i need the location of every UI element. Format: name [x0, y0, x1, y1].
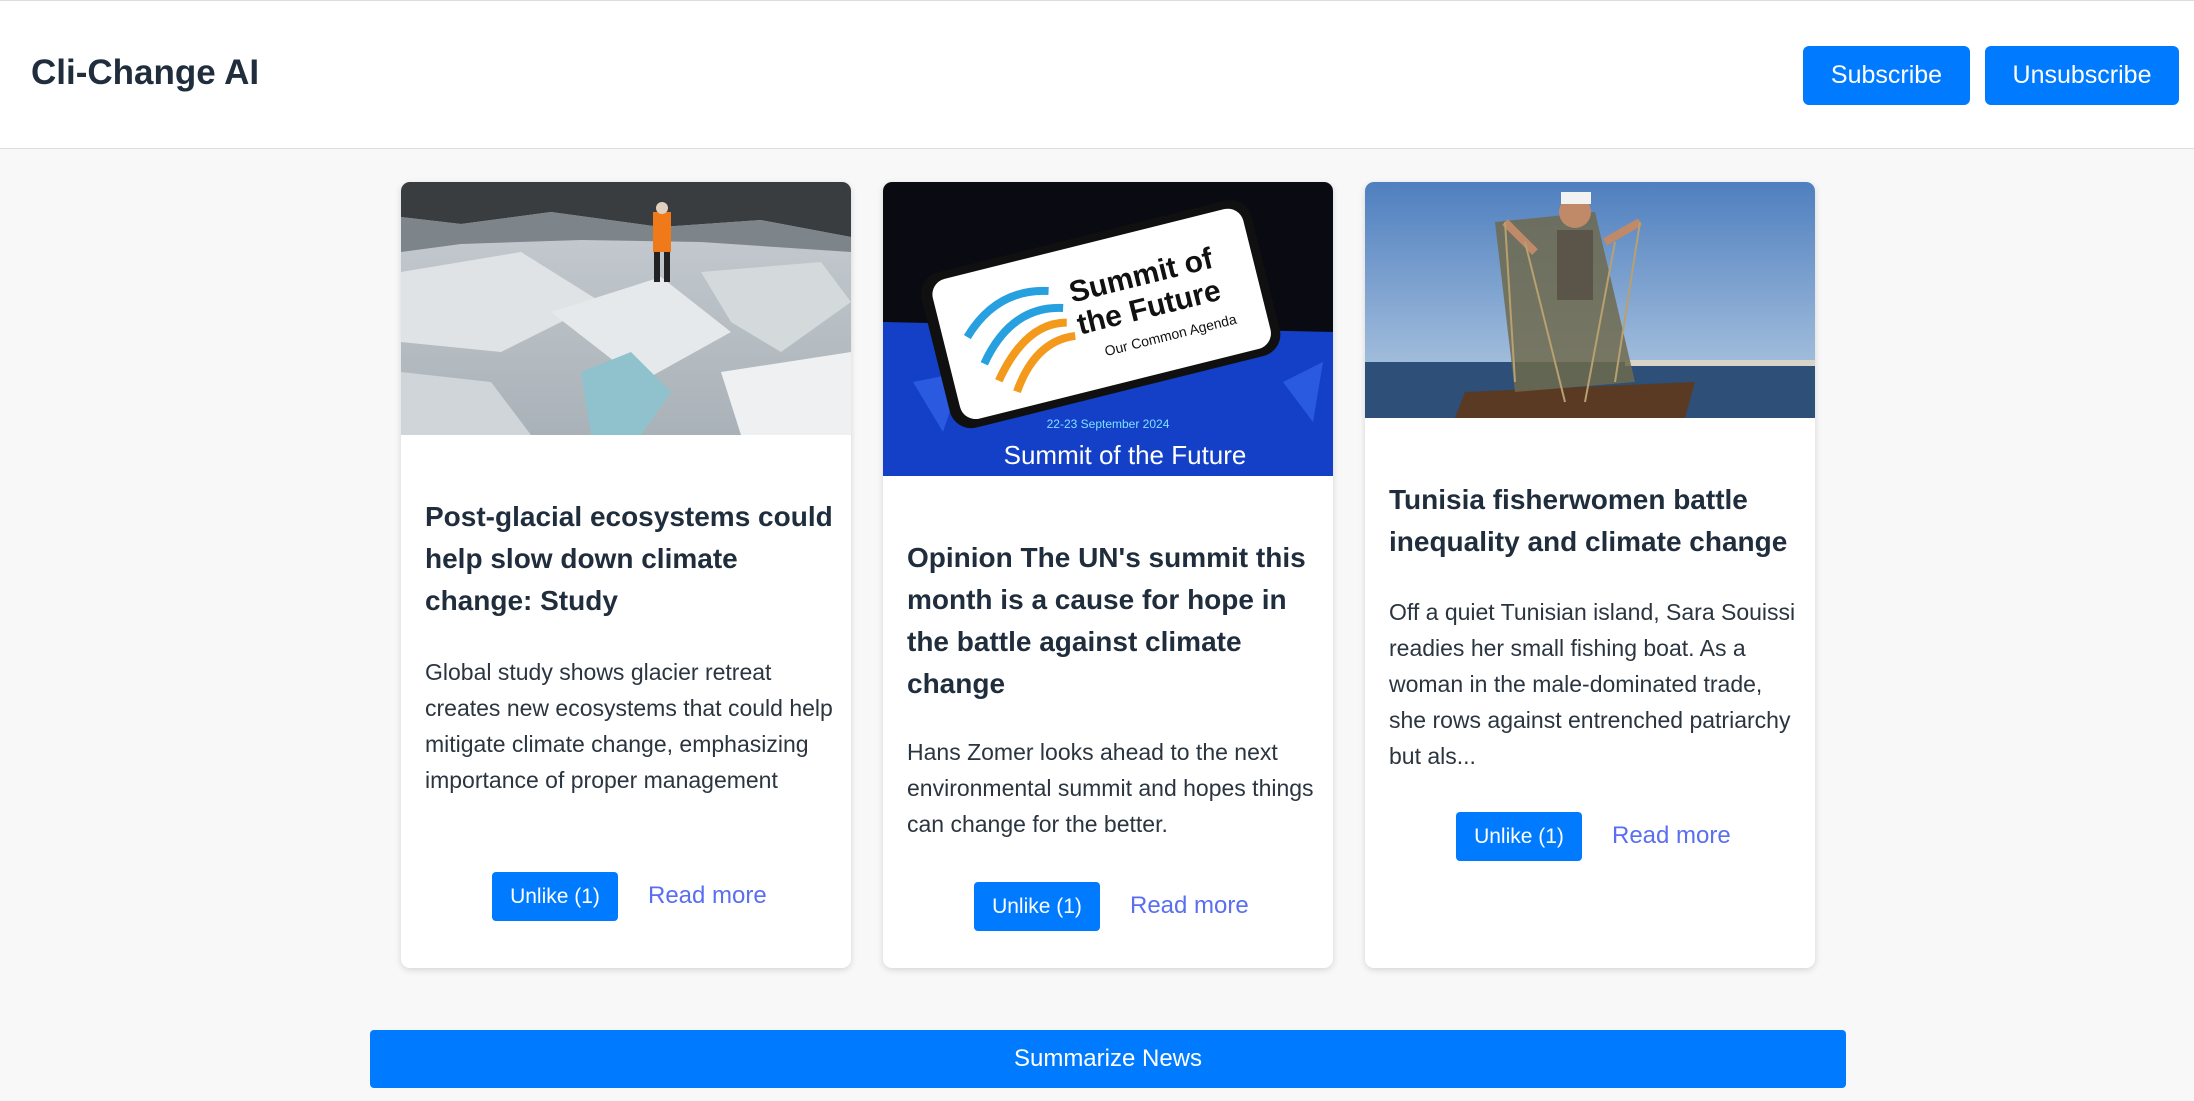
read-more-link[interactable]: Read more — [1130, 892, 1249, 920]
read-more-link[interactable]: Read more — [1612, 822, 1731, 850]
news-card: Tunisia fisherwomen battle inequality an… — [1365, 182, 1815, 968]
summarize-news-button[interactable]: Summarize News — [370, 1030, 1846, 1088]
article-summary: Off a quiet Tunisian island, Sara Souiss… — [1389, 599, 1796, 769]
glacier-hiker-image — [401, 182, 851, 435]
summit-banner: Summit of the Future — [1004, 440, 1247, 470]
unlike-button[interactable]: Unlike (1) — [1456, 812, 1582, 861]
unsubscribe-button[interactable]: Unsubscribe — [1985, 46, 2179, 105]
news-card: Summit of the Future Our Common Agenda 2… — [883, 182, 1333, 968]
app-header: Cli-Change AI Subscribe Unsubscribe — [0, 1, 2194, 149]
fisherwoman-image — [1365, 182, 1815, 418]
unlike-button[interactable]: Unlike (1) — [974, 882, 1100, 931]
article-title: Opinion The UN's summit this month is a … — [907, 542, 1306, 699]
article-summary: Global study shows glacier retreat creat… — [425, 659, 833, 793]
article-summary: Hans Zomer looks ahead to the next envir… — [907, 739, 1314, 837]
news-card: Post-glacial ecosystems could help slow … — [401, 182, 851, 968]
subscribe-button[interactable]: Subscribe — [1803, 46, 1970, 105]
article-title: Tunisia fisherwomen battle inequality an… — [1389, 484, 1788, 557]
summit-of-the-future-image: Summit of the Future Our Common Agenda 2… — [883, 182, 1333, 476]
unlike-button[interactable]: Unlike (1) — [492, 872, 618, 921]
summit-date: 22-23 September 2024 — [1047, 417, 1170, 431]
article-title: Post-glacial ecosystems could help slow … — [425, 501, 833, 616]
read-more-link[interactable]: Read more — [648, 882, 767, 910]
app-title: Cli-Change AI — [31, 53, 260, 92]
